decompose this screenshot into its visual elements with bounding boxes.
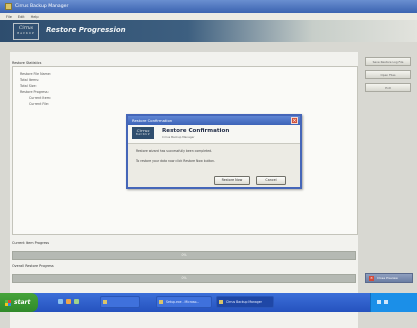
windows-logo-icon bbox=[5, 299, 11, 306]
restore-confirmation-dialog: Restore Confirmation × Cirrus BACKUP Res… bbox=[126, 114, 302, 189]
stat-current-item: Current Item: bbox=[29, 96, 52, 100]
dialog-logo: Cirrus BACKUP bbox=[132, 127, 154, 139]
stat-current-file: Current File: bbox=[29, 102, 50, 106]
dialog-header-title: Restore Confirmation bbox=[162, 128, 230, 134]
cancel-button[interactable]: Cancel bbox=[256, 176, 286, 185]
stat-restore-progress: Restore Progress: bbox=[20, 90, 49, 94]
task-icon bbox=[103, 300, 107, 304]
overall-progress-label: Overall Restore Progress bbox=[12, 264, 54, 268]
task-icon bbox=[219, 300, 223, 304]
page-heading: Restore Progression bbox=[46, 26, 126, 34]
system-tray bbox=[370, 293, 417, 312]
quick-launch-ie-icon[interactable] bbox=[58, 299, 63, 304]
taskbar: start Setup.exe - Microso... Cirrus Back… bbox=[0, 293, 417, 312]
exit-button[interactable]: Exit bbox=[365, 83, 411, 92]
tray-network-icon[interactable] bbox=[377, 300, 381, 304]
header-banner: Cirrus BACKUP Restore Progression bbox=[0, 20, 417, 42]
current-item-progress-bar: 0% bbox=[12, 251, 356, 260]
dialog-header: Cirrus BACKUP Restore Confirmation Cirru… bbox=[128, 125, 300, 144]
menu-bar: File Edit Help bbox=[0, 13, 417, 20]
close-icon: × bbox=[369, 275, 374, 281]
menu-help[interactable]: Help bbox=[31, 15, 39, 19]
current-progress-percent: 0% bbox=[181, 253, 187, 257]
current-progress-label: Current Item Progress bbox=[12, 241, 50, 245]
overall-progress-percent: 0% bbox=[181, 276, 187, 280]
start-label: start bbox=[14, 299, 31, 306]
window-title: Cirrus Backup Manager bbox=[15, 4, 69, 9]
open-files-button[interactable]: Open Files bbox=[365, 70, 411, 79]
stat-total-items: Total Items: bbox=[20, 78, 40, 82]
stat-total-size: Total Size: bbox=[20, 84, 37, 88]
window-title-bar: Cirrus Backup Manager bbox=[0, 0, 417, 13]
taskbar-task-1[interactable] bbox=[100, 296, 140, 308]
dialog-message-instruction: To restore your data now click Restore N… bbox=[136, 159, 215, 163]
tray-volume-icon[interactable] bbox=[384, 300, 388, 304]
save-log-button[interactable]: Save Restore Log File bbox=[365, 57, 411, 66]
restore-now-button[interactable]: Restore Now bbox=[214, 176, 250, 185]
overall-progress-bar: 0% bbox=[12, 274, 356, 283]
cirrus-logo: Cirrus BACKUP bbox=[13, 23, 39, 40]
menu-edit[interactable]: Edit bbox=[18, 15, 25, 19]
statistics-label: Restore Statistics bbox=[12, 61, 42, 65]
stat-restore-file-name: Restore File Name: bbox=[20, 72, 51, 76]
start-button[interactable]: start bbox=[0, 293, 38, 312]
dialog-title: Restore Confirmation bbox=[128, 116, 300, 125]
menu-file[interactable]: File bbox=[6, 15, 12, 19]
quick-launch-media-icon[interactable] bbox=[66, 299, 71, 304]
app-icon bbox=[5, 3, 12, 10]
quick-launch-desktop-icon[interactable] bbox=[74, 299, 79, 304]
taskbar-task-cirrus[interactable]: Cirrus Backup Manager bbox=[216, 296, 274, 308]
task-icon bbox=[159, 300, 163, 304]
dialog-close-icon[interactable]: × bbox=[291, 117, 298, 124]
dialog-message-completed: Restore wizard has successfully been com… bbox=[136, 149, 213, 153]
close-preview-button[interactable]: × Close Preview bbox=[365, 273, 413, 283]
close-preview-label: Close Preview bbox=[377, 276, 398, 280]
taskbar-task-setup[interactable]: Setup.exe - Microso... bbox=[156, 296, 212, 308]
dialog-header-subtitle: Cirrus Backup Manager bbox=[162, 135, 195, 139]
